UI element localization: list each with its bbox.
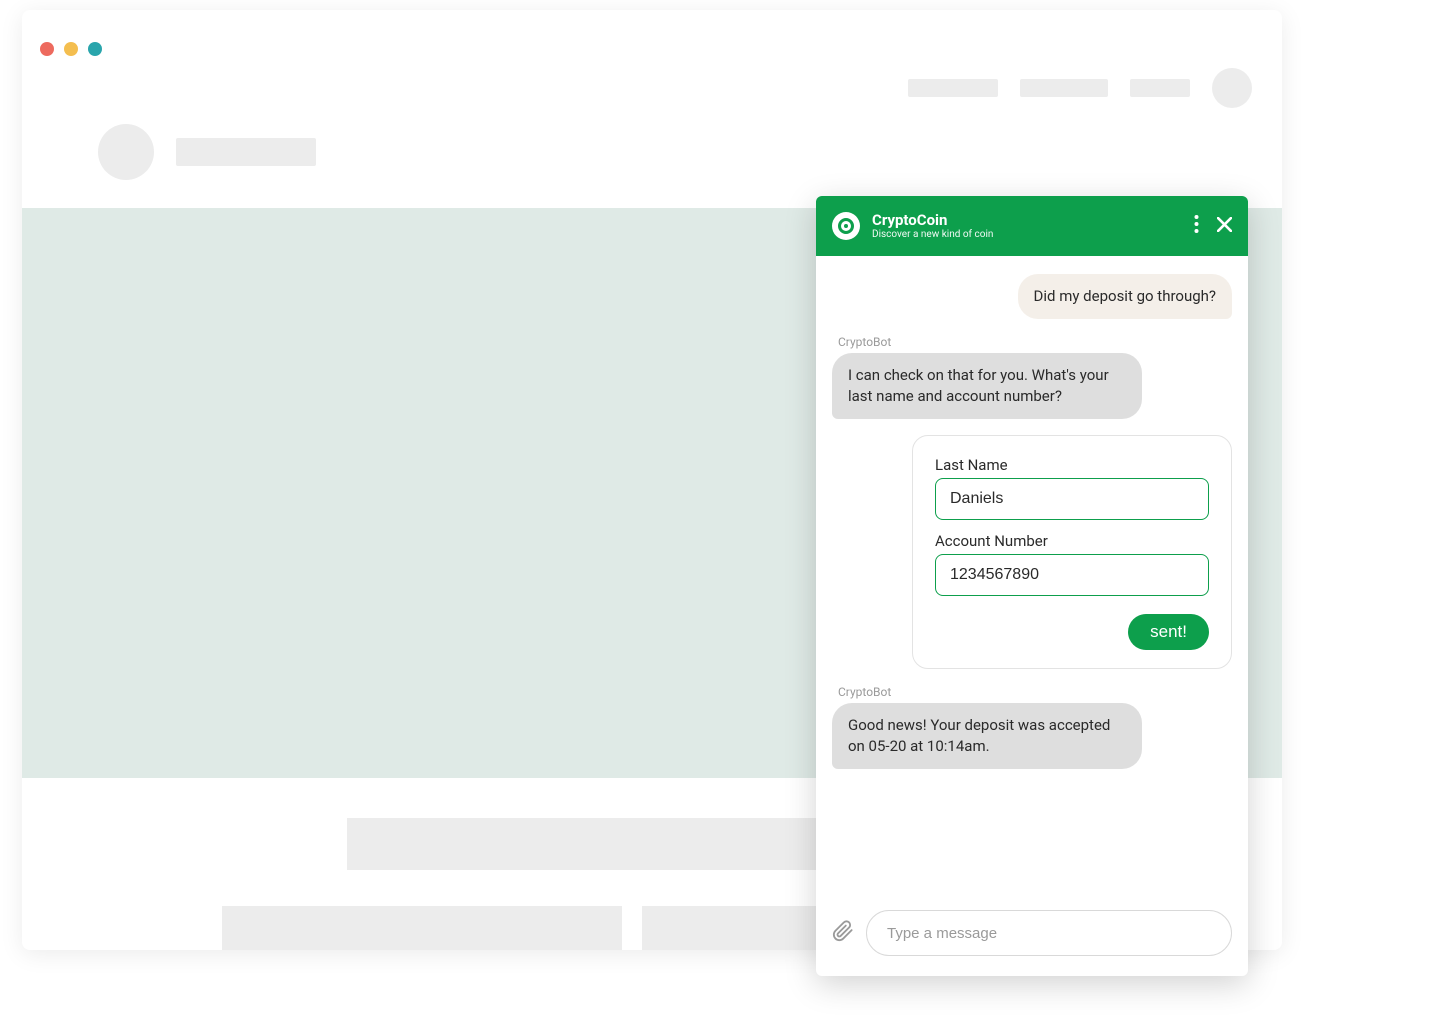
- chat-title: CryptoCoin: [872, 212, 1182, 229]
- top-nav: [908, 68, 1252, 108]
- chat-widget: CryptoCoin Discover a new kind of coin D…: [816, 196, 1248, 976]
- window-minimize-button[interactable]: [64, 42, 78, 56]
- message-sender-label: CryptoBot: [838, 685, 891, 699]
- close-icon[interactable]: [1217, 217, 1232, 236]
- bot-message-bubble: Good news! Your deposit was accepted on …: [832, 703, 1142, 769]
- message-input[interactable]: [866, 910, 1232, 956]
- chat-body[interactable]: Did my deposit go through? CryptoBot I c…: [816, 256, 1248, 900]
- account-number-label: Account Number: [935, 532, 1209, 550]
- chat-subtitle: Discover a new kind of coin: [872, 229, 1182, 240]
- user-message-bubble: Did my deposit go through?: [1018, 274, 1232, 319]
- message-row-bot: CryptoBot I can check on that for you. W…: [832, 335, 1232, 419]
- avatar[interactable]: [1212, 68, 1252, 108]
- last-name-label: Last Name: [935, 456, 1209, 474]
- nav-item-placeholder[interactable]: [1130, 79, 1190, 97]
- chat-input-row: [816, 900, 1248, 976]
- more-options-icon[interactable]: [1194, 215, 1199, 237]
- site-title-placeholder: [176, 138, 316, 166]
- window-controls: [40, 42, 102, 56]
- last-name-field[interactable]: [935, 478, 1209, 520]
- attachment-icon[interactable]: [832, 919, 854, 947]
- chat-header: CryptoCoin Discover a new kind of coin: [816, 196, 1248, 256]
- window-maximize-button[interactable]: [88, 42, 102, 56]
- bot-message-bubble: I can check on that for you. What's your…: [832, 353, 1142, 419]
- chat-brand-logo: [832, 212, 860, 240]
- content-placeholder: [222, 906, 622, 950]
- nav-item-placeholder[interactable]: [908, 79, 998, 97]
- form-card: Last Name Account Number sent!: [912, 435, 1232, 669]
- message-sender-label: CryptoBot: [838, 335, 891, 349]
- site-logo-row: [98, 124, 316, 180]
- chat-title-block: CryptoCoin Discover a new kind of coin: [872, 212, 1182, 240]
- message-row-user: Did my deposit go through?: [832, 274, 1232, 319]
- message-row-bot: CryptoBot Good news! Your deposit was ac…: [832, 685, 1232, 769]
- site-logo-placeholder: [98, 124, 154, 180]
- nav-item-placeholder[interactable]: [1020, 79, 1108, 97]
- account-number-field[interactable]: [935, 554, 1209, 596]
- window-close-button[interactable]: [40, 42, 54, 56]
- sent-button[interactable]: sent!: [1128, 614, 1209, 650]
